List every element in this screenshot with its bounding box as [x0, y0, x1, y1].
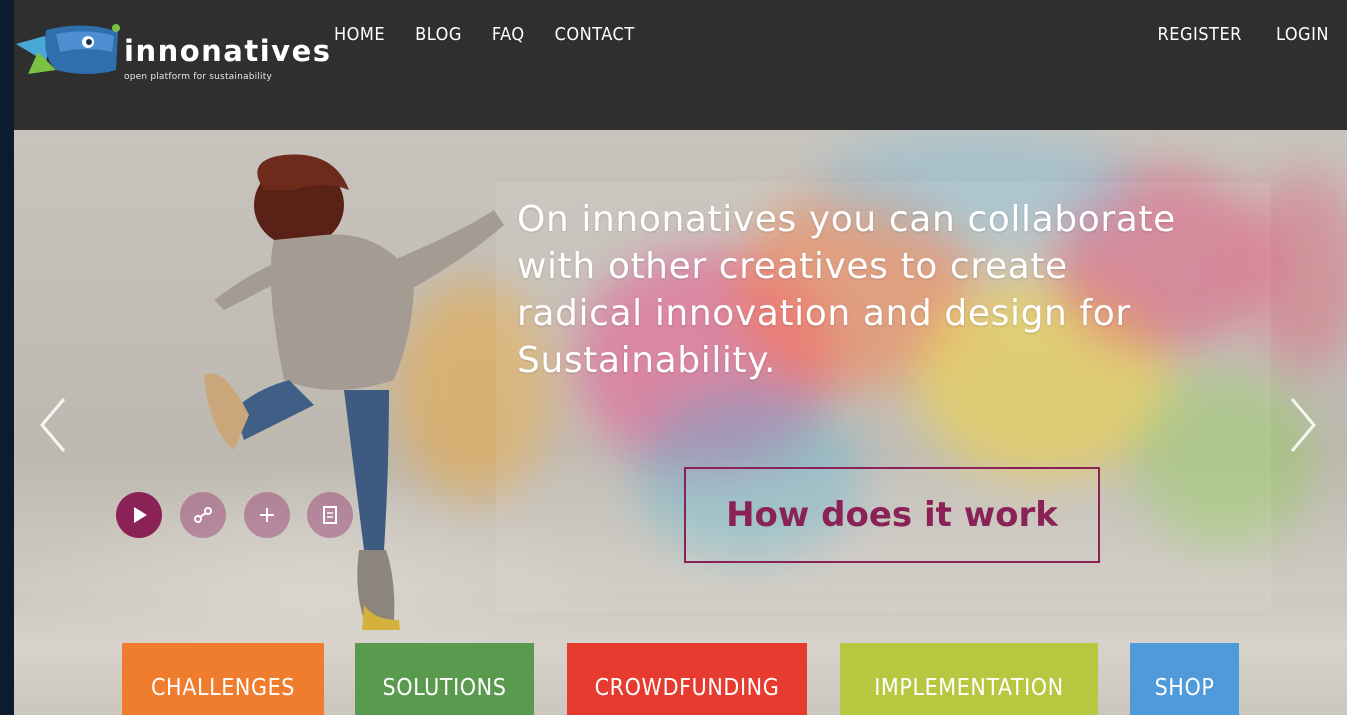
nav-register[interactable]: REGISTER — [1157, 24, 1241, 45]
dancer-image — [204, 154, 504, 630]
logo-mark-icon — [16, 24, 120, 75]
play-icon — [134, 507, 147, 523]
account-nav: REGISTER LOGIN — [1123, 24, 1329, 45]
hero-line: with other creatives to create — [517, 246, 1068, 287]
document-icon — [323, 506, 337, 524]
main-nav: HOME BLOG FAQ CONTACT — [334, 24, 665, 45]
category-bar: CHALLENGES SOLUTIONS CROWDFUNDING IMPLEM… — [14, 643, 1347, 715]
nav-home[interactable]: HOME — [334, 24, 385, 45]
chevron-right-icon[interactable] — [1286, 395, 1320, 455]
hero-line: Sustainability. — [517, 340, 777, 381]
category-challenges[interactable]: CHALLENGES — [122, 643, 324, 715]
category-implementation[interactable]: IMPLEMENTATION — [840, 643, 1098, 715]
link-icon — [194, 507, 212, 523]
site-header: innonatives open platform for sustainabi… — [14, 0, 1347, 130]
nav-login[interactable]: LOGIN — [1276, 24, 1329, 45]
link-button[interactable] — [180, 492, 226, 538]
hero-line: radical innovation and design for — [517, 293, 1131, 334]
category-solutions[interactable]: SOLUTIONS — [355, 643, 534, 715]
chevron-left-icon[interactable] — [36, 395, 70, 455]
how-it-works-button[interactable]: How does it work — [684, 467, 1100, 563]
hero-headline: On innonatives you can collaborate with … — [517, 196, 1217, 384]
logo[interactable]: innonatives open platform for sustainabi… — [16, 22, 330, 86]
hero-line: On innonatives you can collaborate — [517, 199, 1176, 240]
nav-contact[interactable]: CONTACT — [555, 24, 635, 45]
nav-blog[interactable]: BLOG — [415, 24, 462, 45]
document-button[interactable] — [307, 492, 353, 538]
add-button[interactable] — [244, 492, 290, 538]
logo-tagline: open platform for sustainability — [124, 72, 272, 82]
hero-slider: On innonatives you can collaborate with … — [14, 130, 1347, 715]
category-shop[interactable]: SHOP — [1130, 643, 1239, 715]
nav-faq[interactable]: FAQ — [492, 24, 525, 45]
logo-wordmark: innonatives — [124, 34, 332, 68]
play-button[interactable] — [116, 492, 162, 538]
page-frame: innonatives open platform for sustainabi… — [14, 0, 1347, 715]
plus-icon — [260, 508, 274, 522]
category-crowdfunding[interactable]: CROWDFUNDING — [567, 643, 807, 715]
